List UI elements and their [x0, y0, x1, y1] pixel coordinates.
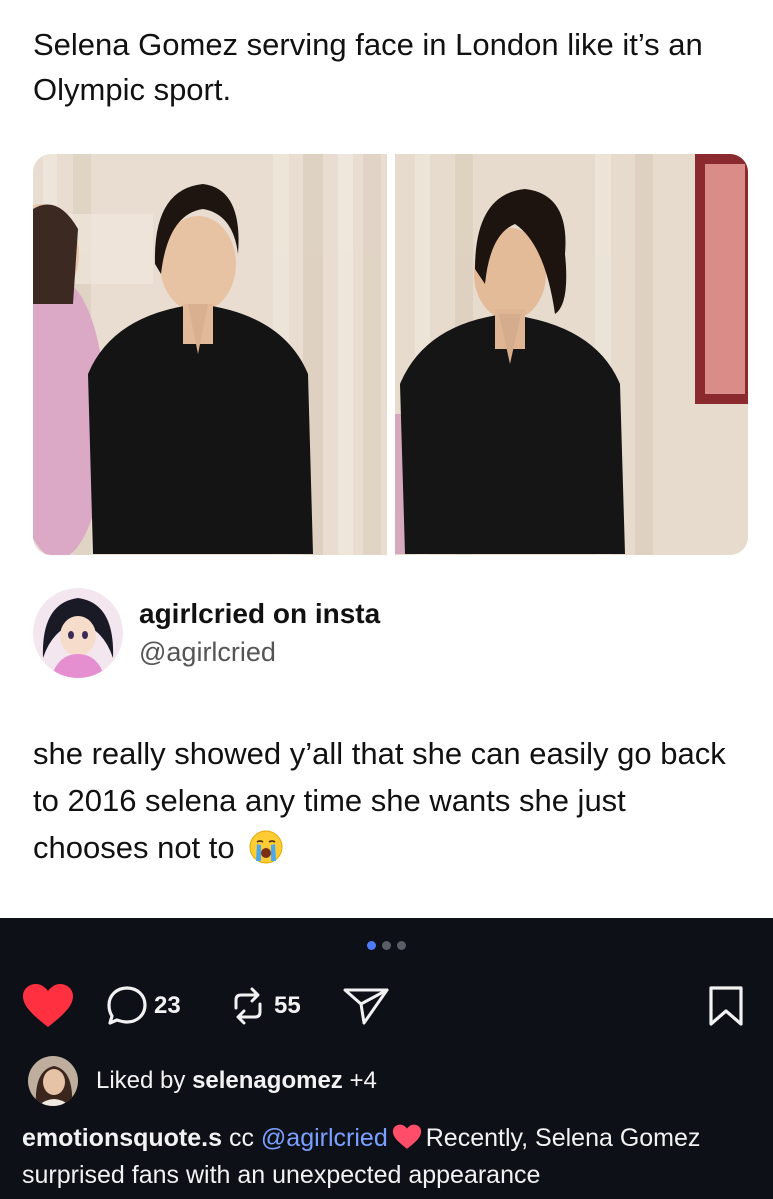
author-name: agirlcried on insta — [139, 598, 381, 629]
caption-pre-mention: cc — [222, 1124, 261, 1152]
comment-button[interactable]: 23 — [106, 983, 181, 1029]
liked-by-avatar — [28, 1056, 78, 1106]
comment-count: 23 — [154, 992, 181, 1019]
caption-username[interactable]: emotionsquote.s — [22, 1124, 222, 1152]
share-button[interactable] — [342, 983, 390, 1029]
repost-count: 55 — [274, 992, 301, 1019]
carousel-dot-1[interactable] — [367, 941, 376, 950]
photo-grid[interactable] — [33, 154, 748, 555]
bookmark-icon — [709, 986, 743, 1026]
liked-by-user[interactable]: selenagomez — [192, 1067, 343, 1094]
caption-mention[interactable]: @agirlcried — [261, 1124, 388, 1152]
post-caption: emotionsquote.s cc @agirlcried Recently, … — [22, 1120, 757, 1194]
author-avatar — [33, 588, 123, 678]
carousel-dots — [0, 941, 773, 950]
tweet-body-text: she really showed y’all that she can eas… — [33, 736, 726, 865]
quote-text: Selena Gomez serving face in London like… — [33, 27, 703, 107]
tweet-author: agirlcried on insta @agirlcried — [33, 588, 380, 678]
photo-left — [33, 154, 387, 555]
liked-by-text: Liked by selenagomez +4 — [96, 1067, 377, 1095]
heart-icon — [23, 984, 73, 1027]
tweet-body: she really showed y’all that she can eas… — [33, 730, 743, 871]
send-icon — [343, 988, 389, 1025]
repost-icon — [234, 987, 262, 1025]
action-bar: 23 55 — [22, 983, 752, 1029]
comment-icon — [107, 986, 147, 1025]
liked-by-suffix: +4 — [342, 1067, 377, 1094]
save-button[interactable] — [706, 983, 746, 1029]
heart-icon — [392, 1124, 422, 1150]
photo-right — [394, 154, 748, 555]
liked-by-row[interactable]: Liked by selenagomez +4 — [28, 1056, 377, 1106]
repost-button[interactable]: 55 — [228, 983, 301, 1029]
liked-by-prefix: Liked by — [96, 1067, 193, 1094]
loudly-crying-face-icon — [249, 830, 283, 864]
carousel-dot-2[interactable] — [382, 941, 391, 950]
like-button[interactable] — [22, 983, 74, 1029]
author-handle: @agirlcried — [139, 637, 276, 667]
shared-post-image: Selena Gomez serving face in London like… — [0, 0, 773, 918]
carousel-dot-3[interactable] — [397, 941, 406, 950]
